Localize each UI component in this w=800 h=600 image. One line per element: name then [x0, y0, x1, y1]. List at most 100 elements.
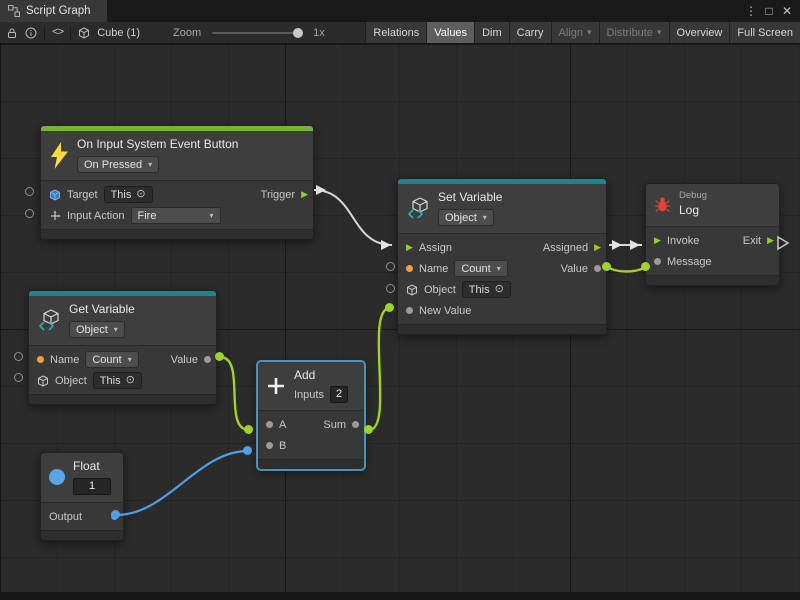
name-port-icon[interactable] [406, 265, 413, 272]
message-port-icon[interactable] [654, 258, 661, 265]
wire-sum-to-new-value[interactable] [369, 308, 390, 430]
zoom-slider-handle[interactable] [293, 28, 303, 38]
graph-owner-label[interactable]: Cube (1) [97, 27, 140, 39]
object-picker[interactable]: This [462, 281, 511, 298]
wire-arrow-icon [381, 240, 391, 250]
wire-arrow-icon [316, 185, 326, 195]
node-footer [29, 394, 216, 404]
setvariable-object-input-ring[interactable] [386, 284, 395, 293]
sum-port-label: Sum [323, 419, 346, 431]
assign-port-label: Assign [419, 242, 452, 254]
wire-value-to-message[interactable] [607, 267, 646, 272]
zoom-value: 1x [313, 27, 325, 39]
variable-scope-dropdown[interactable]: Object [438, 209, 494, 226]
align-button[interactable]: Align [551, 22, 599, 43]
variable-cube-icon [37, 308, 61, 332]
conn-dot-new-value-in[interactable] [385, 303, 394, 312]
toolbar-divider [70, 26, 71, 40]
variable-name-dropdown[interactable]: Count [454, 260, 507, 277]
graph-toolbar: <> Cube (1) Zoom 1x Relations Values Dim… [0, 22, 800, 44]
sum-port-icon[interactable] [352, 421, 359, 428]
values-button[interactable]: Values [426, 22, 474, 43]
assigned-port-label: Assigned [543, 242, 588, 254]
conn-dot-float-output-out[interactable] [111, 510, 120, 519]
getvariable-name-input-ring[interactable] [14, 352, 23, 361]
node-title: Get Variable [69, 302, 135, 316]
name-port-icon[interactable] [37, 356, 44, 363]
edit-source-icon[interactable]: <> [52, 27, 63, 39]
close-icon[interactable]: ✕ [779, 0, 795, 22]
value-port-icon[interactable] [204, 356, 211, 363]
lock-icon[interactable] [6, 27, 18, 39]
object-picker[interactable]: This [93, 372, 142, 389]
dim-button[interactable]: Dim [474, 22, 509, 43]
variable-scope-dropdown[interactable]: Object [69, 321, 125, 338]
maximize-icon[interactable]: □ [761, 0, 777, 22]
input-action-value: Fire [138, 210, 157, 222]
node-set-variable[interactable]: Set Variable Object Assign Assigned Name [397, 178, 607, 335]
node-on-input-system-event-button[interactable]: On Input System Event Button On Pressed … [40, 125, 314, 240]
node-title: Set Variable [438, 190, 502, 204]
variable-scope-value: Object [76, 324, 108, 336]
node-footer [41, 229, 313, 239]
b-port-icon[interactable] [266, 442, 273, 449]
target-port-label: Target [67, 189, 98, 201]
assigned-flow-port-icon[interactable] [594, 243, 601, 252]
wire-getvariable-to-add-a[interactable] [220, 357, 249, 430]
value-port-icon[interactable] [594, 265, 601, 272]
port-row: Object This [398, 279, 606, 300]
node-float[interactable]: Float 1 Output [40, 452, 124, 541]
info-icon[interactable] [25, 27, 37, 39]
target-input-ring[interactable] [25, 187, 34, 196]
variable-name-value: Count [92, 354, 121, 366]
object-cube-icon [37, 375, 49, 387]
node-footer [646, 275, 779, 285]
variable-name-dropdown[interactable]: Count [85, 351, 138, 368]
fullscreen-button[interactable]: Full Screen [729, 22, 800, 43]
conn-dot-add-sum-out[interactable] [364, 425, 373, 434]
wire-trigger-to-assign[interactable] [314, 190, 392, 245]
relations-button[interactable]: Relations [365, 22, 426, 43]
invoke-flow-port-icon[interactable] [654, 236, 661, 245]
node-add[interactable]: Add Inputs 2 A Sum [257, 361, 365, 470]
trigger-flow-port-icon[interactable] [301, 190, 308, 199]
assign-flow-port-icon[interactable] [406, 243, 413, 252]
getvariable-object-input-ring[interactable] [14, 373, 23, 382]
object-cube-icon [406, 284, 418, 296]
event-mode-dropdown[interactable]: On Pressed [77, 156, 159, 173]
zoom-slider[interactable] [212, 32, 302, 34]
conn-dot-add-b-in[interactable] [243, 446, 252, 455]
graph-canvas[interactable]: On Input System Event Button On Pressed … [0, 44, 800, 592]
wire-float-to-add-b[interactable] [116, 451, 248, 515]
message-port-label: Message [667, 256, 712, 268]
exit-flow-port-icon[interactable] [767, 236, 774, 245]
conn-dot-getvariable-value-out[interactable] [215, 352, 224, 361]
input-action-dropdown[interactable]: Fire [131, 207, 221, 224]
target-object-picker[interactable]: This [104, 186, 153, 203]
window-menu-icon[interactable]: ⋮ [743, 0, 759, 22]
plus-icon [266, 376, 286, 396]
overview-button[interactable]: Overview [669, 22, 730, 43]
tab-script-graph[interactable]: Script Graph [0, 0, 107, 22]
setvariable-name-input-ring[interactable] [386, 262, 395, 271]
inputs-count-field[interactable]: 2 [330, 386, 348, 403]
inputs-label: Inputs [294, 389, 324, 401]
toolbar-buttons: Relations Values Dim Carry Align Distrib… [365, 22, 800, 43]
exit-port-label: Exit [743, 235, 761, 247]
new-value-port-icon[interactable] [406, 307, 413, 314]
carry-button[interactable]: Carry [509, 22, 551, 43]
node-debug-log[interactable]: Debug Log Invoke Exit Message [645, 183, 780, 286]
input-action-icon [49, 210, 61, 222]
node-get-variable[interactable]: Get Variable Object Name Count Value [28, 290, 217, 405]
event-mode-value: On Pressed [84, 159, 142, 171]
node-title: Log [679, 203, 699, 217]
conn-dot-message-in[interactable] [641, 262, 650, 271]
a-port-icon[interactable] [266, 421, 273, 428]
conn-dot-add-a-in[interactable] [244, 425, 253, 434]
conn-dot-value-out[interactable] [602, 262, 611, 271]
float-value-field[interactable]: 1 [73, 478, 111, 495]
distribute-button[interactable]: Distribute [599, 22, 669, 43]
input-action-input-ring[interactable] [25, 209, 34, 218]
variable-cube-icon [406, 196, 430, 220]
object-picker-value: This [469, 284, 490, 296]
